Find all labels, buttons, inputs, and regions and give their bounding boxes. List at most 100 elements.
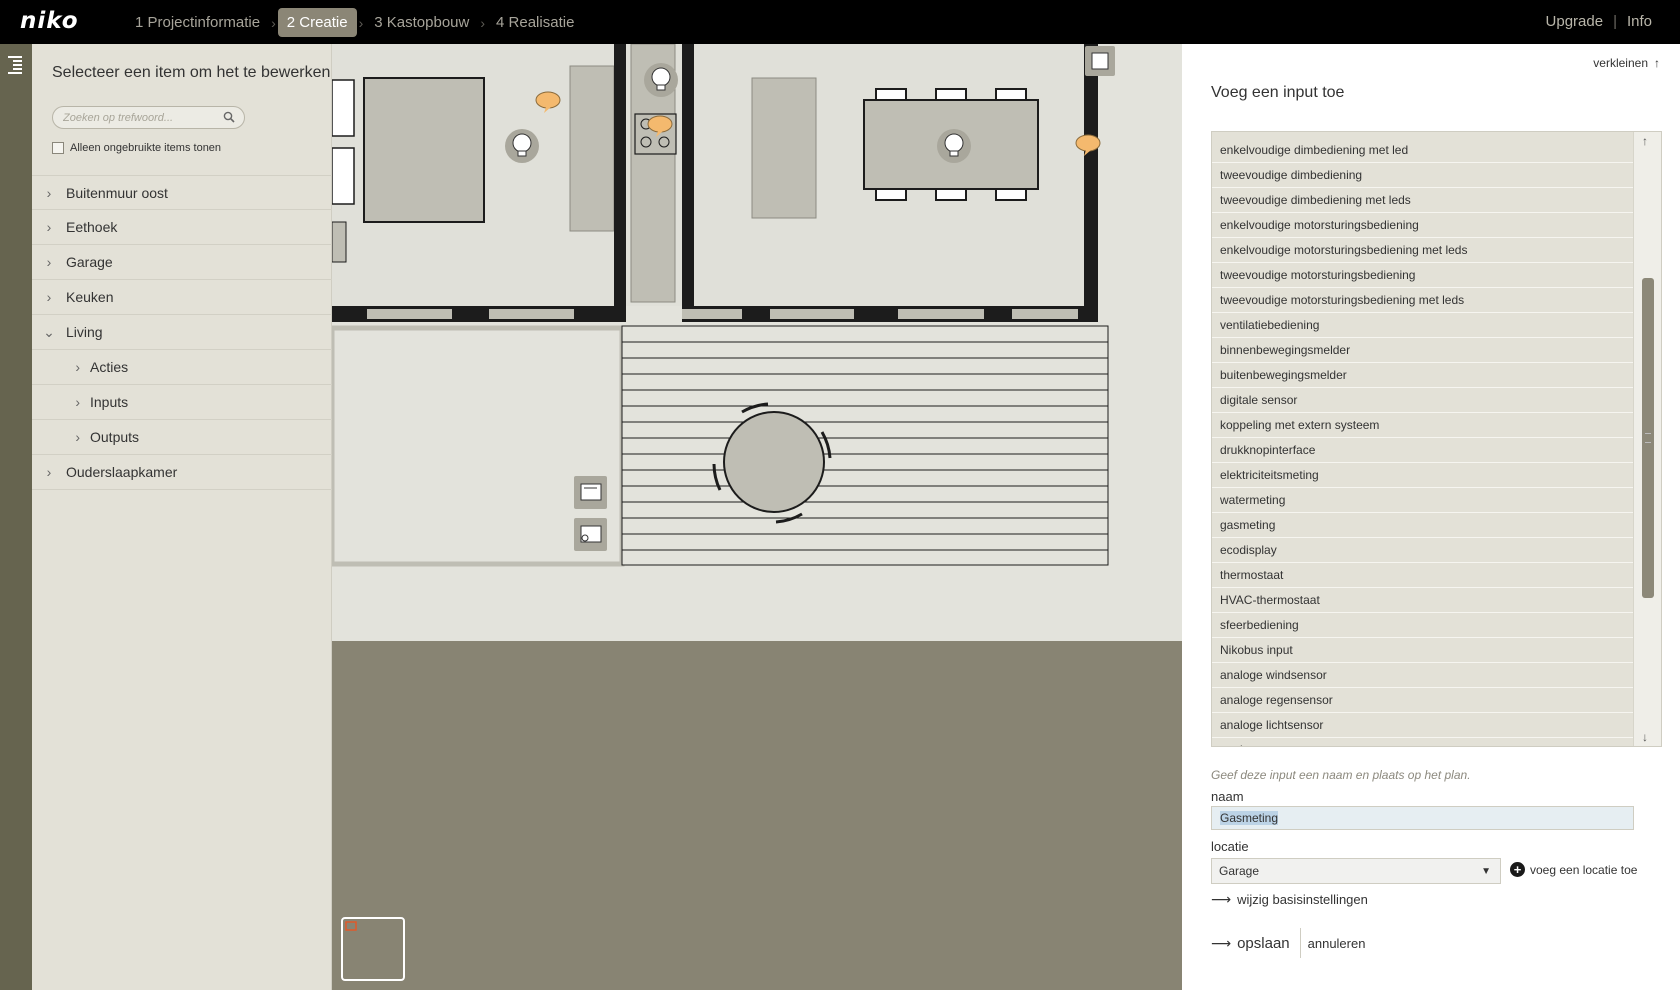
chevron-right-icon: › xyxy=(480,14,486,31)
shrink-label: verkleinen xyxy=(1593,56,1648,70)
cancel-button[interactable]: annuleren xyxy=(1301,936,1366,951)
chevron-right-icon: › xyxy=(46,184,52,201)
step-kastopbouw[interactable]: 3 Kastopbouw xyxy=(365,8,478,37)
save-label: opslaan xyxy=(1237,934,1290,952)
list-item[interactable]: enkelvoudige motorsturingsbediening xyxy=(1212,213,1635,238)
terrace[interactable] xyxy=(621,325,1109,566)
search-icon[interactable] xyxy=(223,111,235,123)
tree-item-label: Garage xyxy=(66,254,113,270)
arrow-up-icon: ↑ xyxy=(1654,56,1660,70)
locatie-label: locatie xyxy=(1211,839,1249,854)
tree-item-keuken[interactable]: › Keuken xyxy=(32,280,332,315)
list-menu-icon[interactable] xyxy=(8,56,22,74)
step-creatie[interactable]: 2 Creatie xyxy=(277,8,357,37)
list-item[interactable]: watermeting xyxy=(1212,488,1635,513)
naam-input[interactable]: Gasmeting xyxy=(1211,806,1634,830)
tree-item-living-outputs[interactable]: › Outputs xyxy=(32,420,332,455)
unused-items-label: Alleen ongebruikte items tonen xyxy=(70,142,222,154)
list-item[interactable]: analoge windsensor xyxy=(1212,663,1635,688)
list-item[interactable]: tweevoudige dimbediening met leds xyxy=(1212,188,1635,213)
panel-title: Voeg een input toe xyxy=(1211,84,1345,101)
step-realisatie[interactable]: 4 Realisatie xyxy=(487,8,583,37)
list-item[interactable]: binnenbewegingsmelder xyxy=(1212,338,1635,363)
chevron-right-icon: › xyxy=(46,464,52,480)
item-sidebar: Selecteer een item om het te bewerken Al… xyxy=(32,44,332,990)
round-table xyxy=(723,411,825,513)
lightbulb-icon[interactable] xyxy=(505,129,539,163)
arrow-right-icon: ⟶ xyxy=(1211,891,1232,907)
list-item[interactable]: Nikobus input xyxy=(1212,638,1635,663)
edit-basic-settings-label: wijzig basisinstellingen xyxy=(1237,892,1368,907)
step-projectinformatie[interactable]: 1 Projectinformatie xyxy=(126,8,269,37)
list-item[interactable]: koppeling met extern systeem xyxy=(1212,413,1635,438)
list-item[interactable]: tweevoudige motorsturingsbediening xyxy=(1212,263,1635,288)
chevron-right-icon: › xyxy=(75,394,80,410)
tree-item-buitenmuur-oost[interactable]: › Buitenmuur oost xyxy=(32,175,332,210)
tree-item-living-acties[interactable]: › Acties xyxy=(32,350,332,385)
chevron-right-icon: › xyxy=(75,429,80,445)
list-item[interactable]: ventilatiebediening xyxy=(1212,313,1635,338)
list-item[interactable]: tweevoudige motorsturingsbediening met l… xyxy=(1212,288,1635,313)
lightbulb-icon[interactable] xyxy=(644,63,678,97)
water-meter-icon[interactable] xyxy=(574,518,607,551)
tree-item-living-inputs[interactable]: › Inputs xyxy=(32,385,332,420)
list-item[interactable]: thermostaat xyxy=(1212,563,1635,588)
upgrade-link[interactable]: Upgrade xyxy=(1546,13,1604,30)
shrink-panel-button[interactable]: verkleinen ↑ xyxy=(1593,56,1660,70)
add-location-button[interactable]: + voeg een locatie toe xyxy=(1510,862,1637,877)
info-link[interactable]: Info xyxy=(1627,13,1652,30)
tree-item-label: Keuken xyxy=(66,289,114,305)
save-button[interactable]: ⟶ opslaan xyxy=(1211,928,1301,958)
list-item[interactable]: sfeerbediening xyxy=(1212,613,1635,638)
wizard-steps: 1 Projectinformatie › 2 Creatie › 3 Kast… xyxy=(126,8,583,37)
list-item[interactable]: analoge lichtsensor xyxy=(1212,713,1635,738)
tree-item-garage[interactable]: › Garage xyxy=(32,245,332,280)
unused-items-filter: Alleen ongebruikte items tonen xyxy=(52,142,221,154)
scrollbar-thumb[interactable] xyxy=(1642,278,1654,598)
tree-item-label: Buitenmuur oost xyxy=(66,184,168,201)
floor-plan-canvas[interactable] xyxy=(332,44,1182,990)
naam-label: naam xyxy=(1211,789,1244,804)
list-item[interactable]: elektriciteitsmeting xyxy=(1212,463,1635,488)
chevron-right-icon: › xyxy=(358,14,364,31)
list-item[interactable]: HVAC-thermostaat xyxy=(1212,588,1635,613)
list-item[interactable]: tweevoudige dimbediening xyxy=(1212,163,1635,188)
input-type-list[interactable]: enkelvoudige dimbediening met led tweevo… xyxy=(1211,131,1662,747)
tree-item-label: Outputs xyxy=(90,429,140,445)
list-item[interactable]: buitenbewegingsmelder xyxy=(1212,363,1635,388)
chevron-right-icon: › xyxy=(271,14,276,31)
tree-item-label: Inputs xyxy=(90,394,129,410)
list-item[interactable]: analoge temperatuursensor xyxy=(1212,738,1635,746)
tree-item-eethoek[interactable]: › Eethoek xyxy=(32,210,332,245)
plus-circle-icon: + xyxy=(1510,862,1525,877)
control-device-icon[interactable] xyxy=(1085,46,1115,76)
search-box xyxy=(52,106,245,129)
lightbulb-icon[interactable] xyxy=(937,129,971,163)
left-toolbar xyxy=(0,44,32,990)
edit-basic-settings-link[interactable]: ⟶ wijzig basisinstellingen xyxy=(1211,891,1368,908)
meter-device-icon[interactable] xyxy=(574,476,607,509)
tree-item-ouderslaapkamer[interactable]: › Ouderslaapkamer xyxy=(32,455,332,490)
locatie-value: Garage xyxy=(1219,864,1260,878)
list-item[interactable]: gasmeting xyxy=(1212,513,1635,538)
list-scrollbar[interactable]: ↑ ↓ xyxy=(1633,132,1661,746)
locatie-select[interactable]: Garage ▼ xyxy=(1211,858,1501,884)
list-item[interactable]: drukknopinterface xyxy=(1212,438,1635,463)
bed xyxy=(363,77,485,223)
unused-items-checkbox[interactable] xyxy=(52,142,64,154)
tree-item-living[interactable]: ⌄ Living xyxy=(32,315,332,350)
list-item[interactable]: enkelvoudige motorsturingsbediening met … xyxy=(1212,238,1635,263)
arrow-down-icon[interactable]: ↓ xyxy=(1642,730,1648,744)
list-item[interactable]: digitale sensor xyxy=(1212,388,1635,413)
floor-plan[interactable] xyxy=(332,44,1182,990)
list-item[interactable]: enkelvoudige dimbediening met led xyxy=(1212,138,1635,163)
list-item[interactable]: analoge regensensor xyxy=(1212,688,1635,713)
list-item[interactable]: ecodisplay xyxy=(1212,538,1635,563)
input-type-list-items: enkelvoudige dimbediening met led tweevo… xyxy=(1212,132,1635,746)
tree-item-label: Acties xyxy=(90,359,129,375)
panel-hint: Geef deze input een naam en plaats op he… xyxy=(1211,768,1471,782)
tree-item-label: Eethoek xyxy=(66,219,118,235)
arrow-up-icon[interactable]: ↑ xyxy=(1642,134,1648,148)
minimap[interactable] xyxy=(341,917,405,981)
search-input[interactable] xyxy=(63,107,223,128)
